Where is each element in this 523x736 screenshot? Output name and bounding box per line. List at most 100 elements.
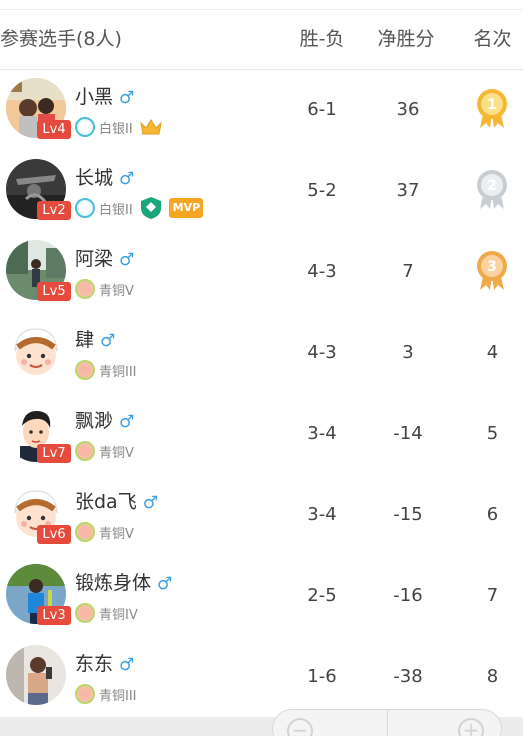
tier-label: 青铜V xyxy=(99,283,134,299)
player-name-text: 肆 xyxy=(75,329,95,351)
player-name-text: 飘渺 xyxy=(75,410,114,432)
player-row[interactable]: 肆 ♂ 青铜III 4-3 3 4 xyxy=(0,313,523,394)
mvp-badge: MVP xyxy=(168,198,203,218)
player-row[interactable]: 东东 ♂ 青铜III 1-6 -38 8 xyxy=(0,637,523,718)
avatar[interactable] xyxy=(6,645,66,705)
tier: 青铜IV xyxy=(75,602,138,624)
tier-label: 青铜III xyxy=(99,364,137,380)
male-icon: ♂ xyxy=(119,250,135,270)
minus-button[interactable]: − xyxy=(287,718,313,736)
player-name-text: 张da飞 xyxy=(75,491,137,513)
bronze-tier-icon xyxy=(75,684,95,704)
level-badge: Lv7 xyxy=(37,444,71,463)
record: 3-4 xyxy=(307,504,337,525)
bronze-medal-icon: 3 xyxy=(475,250,509,296)
net-points: 37 xyxy=(396,180,420,201)
player-name[interactable]: 飘渺 ♂ xyxy=(75,406,134,433)
plus-button[interactable]: + xyxy=(458,718,484,736)
player-name-text: 东东 xyxy=(75,653,114,675)
crown-icon xyxy=(139,117,163,137)
record: 2-5 xyxy=(307,585,337,606)
tier-label: 青铜III xyxy=(99,688,137,704)
player-name[interactable]: 小黑 ♂ xyxy=(75,82,134,109)
player-row[interactable]: Lv4 小黑 ♂ 白银II 6-1 36 1 xyxy=(0,70,523,151)
record: 3-4 xyxy=(307,423,337,444)
net-points: 7 xyxy=(402,261,414,282)
bronze-tier-icon xyxy=(75,279,95,299)
svg-text:1: 1 xyxy=(487,97,497,113)
tier-label: 白银II xyxy=(99,202,133,218)
player-row[interactable]: Lv7 飘渺 ♂ 青铜V 3-4 -14 5 xyxy=(0,394,523,475)
male-icon: ♂ xyxy=(119,88,135,108)
header-net-points[interactable]: 净胜分 xyxy=(370,10,442,68)
level-badge: Lv4 xyxy=(37,120,71,139)
tier-label: 青铜V xyxy=(99,526,134,542)
record: 4-3 xyxy=(307,261,337,282)
tier: 青铜V xyxy=(75,521,134,543)
player-name[interactable]: 肆 ♂ xyxy=(75,325,115,352)
player-name-text: 长城 xyxy=(75,167,114,189)
header-players: 参赛选手(8人) xyxy=(0,28,122,50)
player-name[interactable]: 张da飞 ♂ xyxy=(75,487,158,514)
tier: 白银II MVP xyxy=(75,197,203,219)
rank: 8 xyxy=(486,666,499,687)
table-header: 参赛选手(8人) 胜-负 净胜分 名次 xyxy=(0,10,523,70)
svg-text:3: 3 xyxy=(487,259,497,275)
player-name[interactable]: 东东 ♂ xyxy=(75,649,134,676)
level-badge: Lv5 xyxy=(37,282,71,301)
tier: 青铜III xyxy=(75,683,137,705)
rank: 7 xyxy=(486,585,499,606)
rank: 4 xyxy=(486,342,499,363)
silver-tier-icon xyxy=(75,117,95,137)
bronze-tier-icon xyxy=(75,603,95,623)
player-name-text: 锻炼身体 xyxy=(75,572,152,594)
record: 5-2 xyxy=(307,180,337,201)
zoom-stepper: − + xyxy=(272,709,502,736)
player-name-text: 阿梁 xyxy=(75,248,114,270)
avatar[interactable] xyxy=(6,321,66,381)
record: 4-3 xyxy=(307,342,337,363)
gold-medal-icon: 1 xyxy=(475,88,509,134)
level-badge: Lv2 xyxy=(37,201,71,220)
male-icon: ♂ xyxy=(142,493,158,513)
header-record[interactable]: 胜-负 xyxy=(296,10,348,68)
tier-label: 青铜V xyxy=(99,445,134,461)
tier: 青铜V xyxy=(75,278,134,300)
net-points: 36 xyxy=(396,99,420,120)
stepper-divider xyxy=(387,710,388,736)
player-name[interactable]: 锻炼身体 ♂ xyxy=(75,568,172,595)
male-icon: ♂ xyxy=(157,574,173,594)
rank: 6 xyxy=(486,504,499,525)
level-badge: Lv6 xyxy=(37,525,71,544)
bronze-tier-icon xyxy=(75,522,95,542)
tier: 白银II xyxy=(75,116,163,138)
shield-icon xyxy=(139,196,163,220)
tier-label: 白银II xyxy=(99,121,133,137)
player-name-text: 小黑 xyxy=(75,86,114,108)
net-points: -38 xyxy=(393,666,423,687)
player-name[interactable]: 阿梁 ♂ xyxy=(75,244,134,271)
tier-label: 青铜IV xyxy=(99,607,138,623)
level-badge: Lv3 xyxy=(37,606,71,625)
player-row[interactable]: Lv2 长城 ♂ 白银II MVP 5-2 37 2 xyxy=(0,151,523,232)
bronze-tier-icon xyxy=(75,360,95,380)
top-strip xyxy=(0,0,523,10)
silver-medal-icon: 2 xyxy=(475,169,509,215)
male-icon: ♂ xyxy=(119,655,135,675)
record: 6-1 xyxy=(307,99,337,120)
header-rank[interactable]: 名次 xyxy=(465,10,520,68)
player-name[interactable]: 长城 ♂ xyxy=(75,163,134,190)
player-row[interactable]: Lv5 阿梁 ♂ 青铜V 4-3 7 3 xyxy=(0,232,523,313)
bronze-tier-icon xyxy=(75,441,95,461)
player-row[interactable]: Lv6 张da飞 ♂ 青铜V 3-4 -15 6 xyxy=(0,475,523,556)
svg-text:2: 2 xyxy=(487,178,497,194)
male-icon: ♂ xyxy=(119,169,135,189)
player-list: Lv4 小黑 ♂ 白银II 6-1 36 1 Lv2 长城 ♂ 白银II MVP 5-2 37 2 Lv5 阿梁… xyxy=(0,70,523,718)
male-icon: ♂ xyxy=(119,412,135,432)
tier: 青铜III xyxy=(75,359,137,381)
net-points: -15 xyxy=(393,504,423,525)
male-icon: ♂ xyxy=(100,331,116,351)
silver-tier-icon xyxy=(75,198,95,218)
tier: 青铜V xyxy=(75,440,134,462)
player-row[interactable]: Lv3 锻炼身体 ♂ 青铜IV 2-5 -16 7 xyxy=(0,556,523,637)
